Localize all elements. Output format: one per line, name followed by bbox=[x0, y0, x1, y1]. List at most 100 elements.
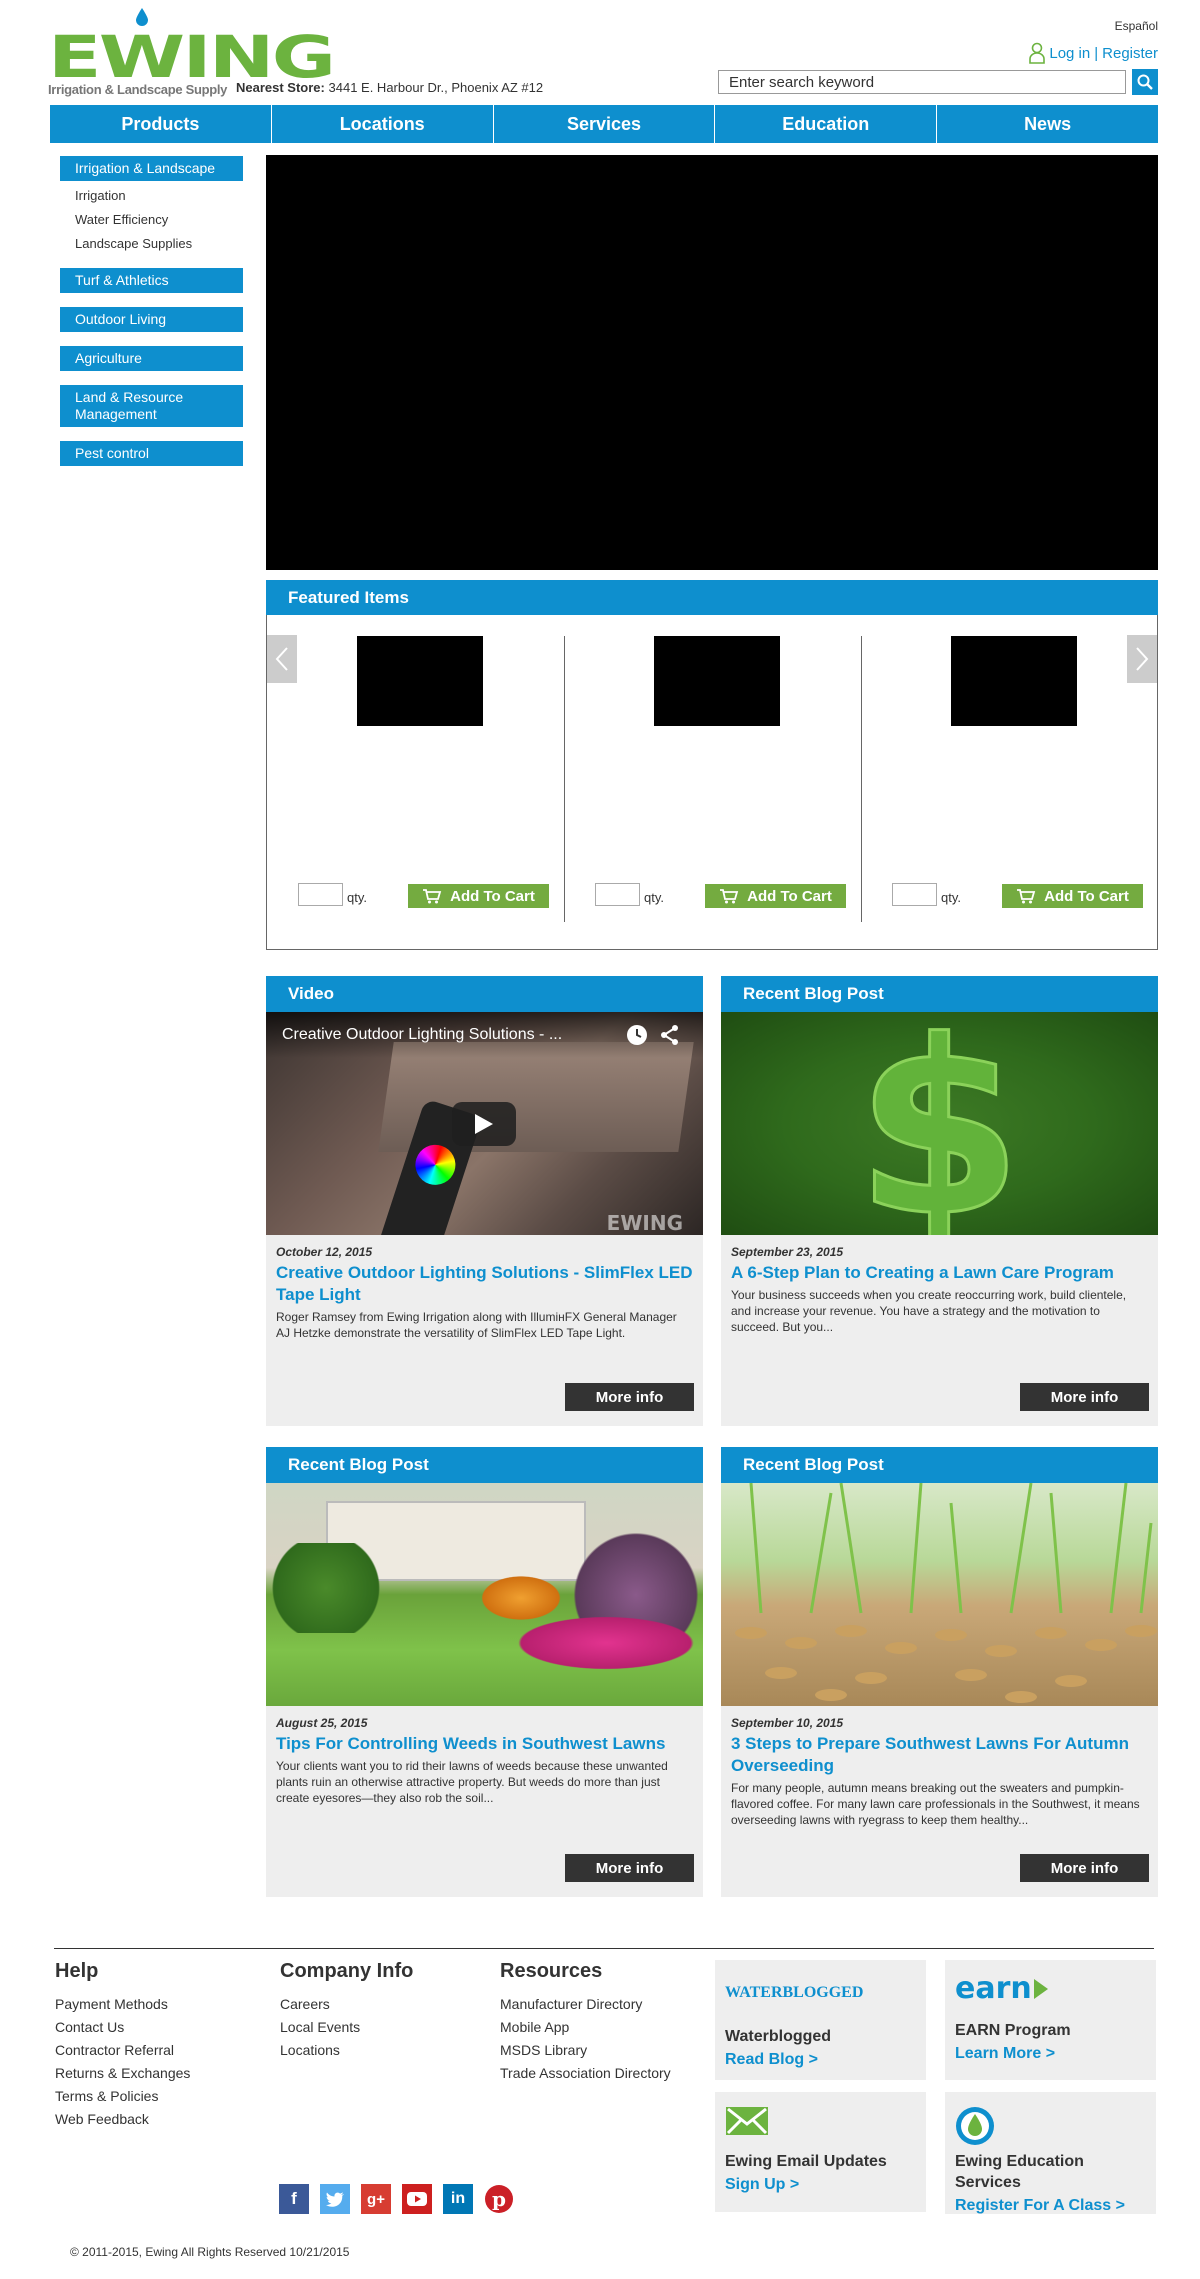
featured-product: qty. Add To Cart bbox=[569, 636, 854, 926]
sidebar-subitem-water-efficiency[interactable]: Water Efficiency bbox=[60, 208, 243, 232]
register-link[interactable]: Register bbox=[1102, 45, 1158, 62]
nav-locations[interactable]: Locations bbox=[272, 105, 494, 143]
post-image-seed-sprouts[interactable] bbox=[721, 1483, 1158, 1706]
cart-icon bbox=[1017, 889, 1036, 904]
nav-news[interactable]: News bbox=[937, 105, 1158, 143]
account-links: Log in | Register bbox=[1029, 42, 1158, 64]
youtube-icon[interactable] bbox=[402, 2184, 432, 2214]
footer-link-mobile-app[interactable]: Mobile App bbox=[500, 2016, 671, 2039]
footer-link-locations[interactable]: Locations bbox=[280, 2039, 413, 2062]
svg-text:$: $ bbox=[856, 1012, 1023, 1235]
promo-title: Waterblogged bbox=[725, 2028, 832, 2045]
dollar-sign-graphic: $ bbox=[854, 1012, 1024, 1235]
footer-link-careers[interactable]: Careers bbox=[280, 1993, 413, 2016]
product-image[interactable] bbox=[357, 636, 483, 726]
share-icon[interactable] bbox=[660, 1024, 680, 1046]
more-info-button[interactable]: More info bbox=[565, 1383, 694, 1411]
promo-link[interactable]: Learn More > bbox=[955, 2045, 1146, 2063]
quantity-input[interactable] bbox=[595, 883, 640, 906]
waterblogged-logo: WATERBLOGGED bbox=[725, 1984, 864, 2001]
quantity-input[interactable] bbox=[298, 883, 343, 906]
sidebar-subitem-irrigation[interactable]: Irrigation bbox=[60, 184, 243, 208]
promo-title: EARN Program bbox=[955, 2022, 1071, 2039]
footer-link-returns-exchanges[interactable]: Returns & Exchanges bbox=[55, 2062, 190, 2085]
blog-card: Recent Blog Post August 25, 2015 Tips Fo… bbox=[266, 1447, 703, 1897]
sidebar-item-irrigation-landscape[interactable]: Irrigation & Landscape bbox=[60, 156, 243, 181]
envelope-icon bbox=[726, 2107, 768, 2135]
promo-email-updates[interactable]: Ewing Email Updates Sign Up > bbox=[715, 2092, 926, 2212]
footer-link-contact-us[interactable]: Contact Us bbox=[55, 2016, 190, 2039]
sidebar-item-outdoor-living[interactable]: Outdoor Living bbox=[60, 307, 243, 332]
shrubs-graphic bbox=[266, 1543, 386, 1633]
video-overlay-title: Creative Outdoor Lighting Solutions - ..… bbox=[282, 1026, 563, 1043]
post-image-garden-lawn[interactable] bbox=[266, 1483, 703, 1706]
promo-link[interactable]: Sign Up > bbox=[725, 2176, 916, 2194]
google-plus-icon[interactable]: g+ bbox=[361, 2184, 391, 2214]
promo-earn[interactable]: earn EARN Program Learn More > bbox=[945, 1960, 1156, 2080]
more-info-button[interactable]: More info bbox=[1020, 1854, 1149, 1882]
arrow-right-icon bbox=[1033, 1979, 1048, 1999]
search-input[interactable] bbox=[718, 70, 1126, 94]
sidebar-subitem-landscape-supplies[interactable]: Landscape Supplies bbox=[60, 232, 243, 256]
footer-link-terms-policies[interactable]: Terms & Policies bbox=[55, 2085, 190, 2108]
flowers-graphic bbox=[476, 1573, 566, 1623]
pinterest-icon[interactable]: p bbox=[484, 2184, 514, 2214]
promo-education-services[interactable]: Ewing Education Services Register For A … bbox=[945, 2092, 1156, 2214]
footer-link-msds-library[interactable]: MSDS Library bbox=[500, 2039, 671, 2062]
qty-label: qty. bbox=[941, 890, 961, 905]
post-title[interactable]: Creative Outdoor Lighting Solutions - Sl… bbox=[276, 1262, 693, 1306]
nearest-store-value[interactable]: 3441 E. Harbour Dr., Phoenix AZ #12 bbox=[329, 80, 544, 95]
footer-link-local-events[interactable]: Local Events bbox=[280, 2016, 413, 2039]
linkedin-icon[interactable]: in bbox=[443, 2184, 473, 2214]
product-divider bbox=[861, 636, 862, 922]
add-to-cart-button[interactable]: Add To Cart bbox=[705, 884, 846, 908]
promo-link[interactable]: Register For A Class > bbox=[955, 2197, 1146, 2215]
sidebar-item-turf-athletics[interactable]: Turf & Athletics bbox=[60, 268, 243, 293]
footer-link-web-feedback[interactable]: Web Feedback bbox=[55, 2108, 190, 2131]
promo-waterblogged[interactable]: WATERBLOGGED Waterblogged Read Blog > bbox=[715, 1960, 926, 2080]
add-to-cart-button[interactable]: Add To Cart bbox=[408, 884, 549, 908]
nav-products[interactable]: Products bbox=[50, 105, 272, 143]
product-image[interactable] bbox=[951, 636, 1077, 726]
search-icon bbox=[1137, 74, 1153, 90]
sidebar-item-agriculture[interactable]: Agriculture bbox=[60, 346, 243, 371]
earn-logo: earn bbox=[955, 1974, 1146, 2004]
quantity-input[interactable] bbox=[892, 883, 937, 906]
footer-link-contractor-referral[interactable]: Contractor Referral bbox=[55, 2039, 190, 2062]
facebook-icon[interactable]: f bbox=[279, 2184, 309, 2214]
footer-help-column: Help Payment Methods Contact Us Contract… bbox=[55, 1960, 190, 2131]
post-date: August 25, 2015 bbox=[276, 1716, 368, 1730]
video-player[interactable]: Creative Outdoor Lighting Solutions - ..… bbox=[266, 1012, 703, 1235]
svg-text:p: p bbox=[492, 2187, 506, 2211]
nearest-store: Nearest Store: 3441 E. Harbour Dr., Phoe… bbox=[236, 80, 543, 95]
add-to-cart-label: Add To Cart bbox=[1044, 887, 1129, 905]
post-image-dollar-grass[interactable]: $ bbox=[721, 1012, 1158, 1235]
post-title[interactable]: Tips For Controlling Weeds in Southwest … bbox=[276, 1733, 693, 1755]
footer-link-manufacturer-directory[interactable]: Manufacturer Directory bbox=[500, 1993, 671, 2016]
sidebar-item-land-resource[interactable]: Land & Resource Management bbox=[60, 385, 243, 427]
watch-later-icon[interactable] bbox=[626, 1024, 648, 1046]
more-info-button[interactable]: More info bbox=[1020, 1383, 1149, 1411]
footer-resources-column: Resources Manufacturer Directory Mobile … bbox=[500, 1960, 671, 2085]
add-to-cart-button[interactable]: Add To Cart bbox=[1002, 884, 1143, 908]
footer-link-trade-association[interactable]: Trade Association Directory bbox=[500, 2062, 671, 2085]
ewing-logo[interactable]: EWING Irrigation & Landscape Supply bbox=[48, 6, 336, 98]
nav-education[interactable]: Education bbox=[715, 105, 938, 143]
search-button[interactable] bbox=[1132, 69, 1158, 95]
more-info-button[interactable]: More info bbox=[565, 1854, 694, 1882]
login-link[interactable]: Log in bbox=[1049, 45, 1090, 62]
nav-services[interactable]: Services bbox=[494, 105, 716, 143]
language-link[interactable]: Español bbox=[1115, 19, 1158, 33]
footer-resources-title: Resources bbox=[500, 1960, 603, 1982]
product-image[interactable] bbox=[654, 636, 780, 726]
sprouts-graphic bbox=[735, 1483, 1157, 1703]
footer-link-payment-methods[interactable]: Payment Methods bbox=[55, 1993, 190, 2016]
twitter-icon[interactable] bbox=[320, 2184, 350, 2214]
hero-banner[interactable] bbox=[266, 155, 1158, 570]
post-title[interactable]: 3 Steps to Prepare Southwest Lawns For A… bbox=[731, 1733, 1148, 1777]
promo-link[interactable]: Read Blog > bbox=[725, 2051, 916, 2069]
post-title[interactable]: A 6-Step Plan to Creating a Lawn Care Pr… bbox=[731, 1262, 1148, 1284]
play-button[interactable] bbox=[452, 1102, 516, 1146]
link-separator: | bbox=[1094, 44, 1099, 62]
sidebar-item-pest-control[interactable]: Pest control bbox=[60, 441, 243, 466]
